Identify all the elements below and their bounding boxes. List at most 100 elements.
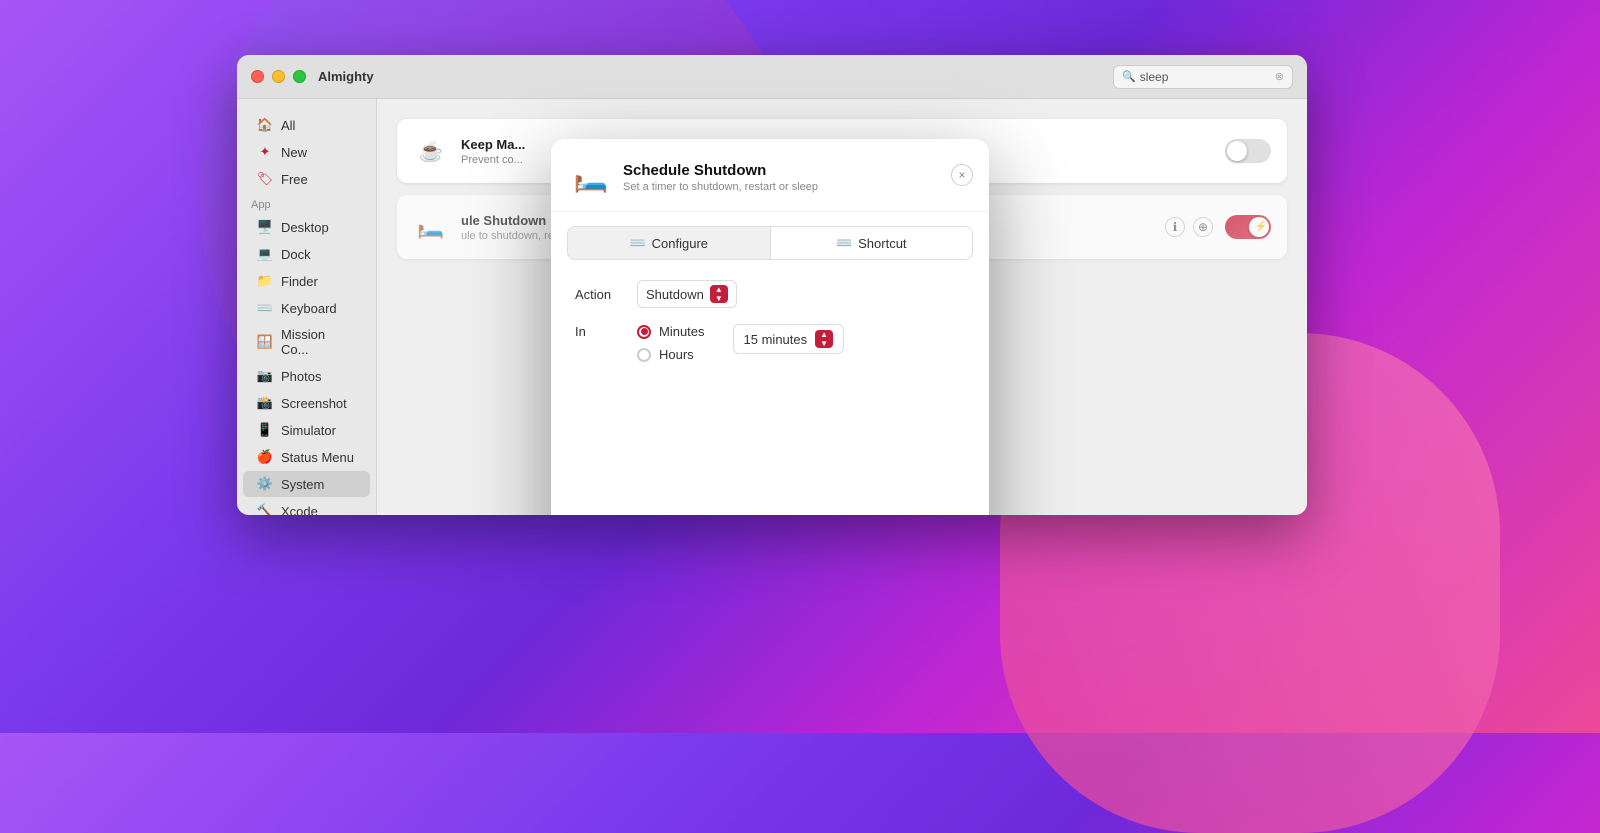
duration-control: 15 minutes ▲ ▼ — [733, 324, 845, 354]
new-icon: ✦ — [257, 144, 273, 160]
sidebar-item-keyboard[interactable]: ⌨️ Keyboard — [243, 295, 370, 321]
duration-stepper[interactable]: ▲ ▼ — [815, 330, 833, 348]
shortcut-tab-label: Shortcut — [858, 236, 906, 251]
screenshot-icon: 📸 — [257, 395, 273, 411]
modal-close-button[interactable]: × — [951, 164, 973, 186]
configure-tab-icon: ⌨️ — [629, 235, 645, 251]
sidebar-item-mission[interactable]: 🪟 Mission Co... — [243, 322, 370, 362]
sidebar-item-screenshot-label: Screenshot — [281, 396, 347, 411]
sidebar-item-finder[interactable]: 📁 Finder — [243, 268, 370, 294]
status-menu-icon: 🍎 — [257, 449, 273, 465]
schedule-shutdown-icon: 🛏️ — [413, 209, 449, 245]
action-stepper[interactable]: ▲ ▼ — [710, 285, 728, 303]
in-row: In Minutes Hours — [575, 324, 965, 362]
configure-tab-label: Configure — [652, 236, 708, 251]
sidebar-item-new[interactable]: ✦ New — [243, 139, 370, 165]
schedule-shutdown-actions: ℹ ⊕ — [1165, 217, 1213, 237]
tab-shortcut[interactable]: ⌨️ Shortcut — [771, 227, 973, 259]
shortcut-tab-icon: ⌨️ — [836, 235, 852, 251]
action-value: Shutdown — [646, 287, 704, 302]
sidebar-item-simulator[interactable]: 📱 Simulator — [243, 417, 370, 443]
dock-icon: 💻 — [257, 246, 273, 262]
modal-close-icon: × — [958, 168, 965, 182]
stepper-down-icon: ▼ — [715, 295, 723, 303]
traffic-lights — [251, 70, 306, 83]
app-window: Almighty 🔍 sleep ⊗ 🏠 All ✦ New 🏷 Free Ap… — [237, 55, 1307, 515]
radio-hours-label: Hours — [659, 347, 694, 362]
duration-value: 15 minutes — [744, 332, 808, 347]
radio-minutes-dot — [641, 328, 648, 335]
xcode-icon: 🔨 — [257, 503, 273, 515]
in-controls: Minutes Hours — [637, 324, 705, 362]
sidebar-item-mission-label: Mission Co... — [281, 327, 356, 357]
radio-minutes-label: Minutes — [659, 324, 705, 339]
sidebar-item-xcode[interactable]: 🔨 Xcode — [243, 498, 370, 515]
finder-icon: 📁 — [257, 273, 273, 289]
system-icon: ⚙️ — [257, 476, 273, 492]
action-row: Action Shutdown ▲ ▼ — [575, 280, 965, 308]
radio-hours[interactable]: Hours — [637, 347, 705, 362]
minimize-button[interactable] — [272, 70, 285, 83]
sidebar-item-photos-label: Photos — [281, 369, 321, 384]
sidebar-item-all[interactable]: 🏠 All — [243, 112, 370, 138]
modal-spacer — [575, 378, 965, 515]
sidebar-item-status-menu-label: Status Menu — [281, 450, 354, 465]
sidebar-item-all-label: All — [281, 118, 295, 133]
sidebar-item-dock-label: Dock — [281, 247, 311, 262]
modal-icon: 🛏️ — [571, 157, 611, 197]
keyboard-icon: ⌨️ — [257, 300, 273, 316]
photos-icon: 📷 — [257, 368, 273, 384]
modal-title: Schedule Shutdown — [623, 162, 818, 179]
desktop-icon: 🖥️ — [257, 219, 273, 235]
sidebar-item-photos[interactable]: 📷 Photos — [243, 363, 370, 389]
title-bar: Almighty 🔍 sleep ⊗ — [237, 55, 1307, 99]
all-icon: 🏠 — [257, 117, 273, 133]
sidebar-section-app: App — [237, 193, 376, 213]
lightning-icon: ⚡ — [1255, 222, 1267, 233]
schedule-shutdown-plus-button[interactable]: ⊕ — [1193, 217, 1213, 237]
tab-configure[interactable]: ⌨️ Configure — [568, 227, 771, 259]
app-title: Almighty — [318, 69, 374, 84]
sidebar-item-free-label: Free — [281, 172, 308, 187]
close-button[interactable] — [251, 70, 264, 83]
sidebar-item-desktop[interactable]: 🖥️ Desktop — [243, 214, 370, 240]
schedule-shutdown-toggle[interactable]: ⚡ — [1225, 215, 1271, 239]
free-icon: 🏷 — [257, 171, 273, 187]
keep-mac-awake-toggle[interactable] — [1225, 139, 1271, 163]
duration-input[interactable]: 15 minutes ▲ ▼ — [733, 324, 845, 354]
sidebar-item-desktop-label: Desktop — [281, 220, 329, 235]
search-icon: 🔍 — [1122, 70, 1136, 83]
maximize-button[interactable] — [293, 70, 306, 83]
action-label: Action — [575, 287, 625, 302]
sidebar-item-status-menu[interactable]: 🍎 Status Menu — [243, 444, 370, 470]
keep-mac-awake-toggle-knob — [1227, 141, 1247, 161]
sidebar: 🏠 All ✦ New 🏷 Free App 🖥️ Desktop 💻 Dock — [237, 99, 377, 515]
duration-down-icon: ▼ — [820, 340, 828, 348]
schedule-shutdown-info-button[interactable]: ℹ — [1165, 217, 1185, 237]
modal-body: Action Shutdown ▲ ▼ In — [551, 260, 989, 515]
in-label: In — [575, 324, 625, 339]
sidebar-item-simulator-label: Simulator — [281, 423, 336, 438]
search-clear-icon[interactable]: ⊗ — [1275, 70, 1284, 83]
modal-tabs: ⌨️ Configure ⌨️ Shortcut — [567, 226, 973, 260]
sidebar-item-dock[interactable]: 💻 Dock — [243, 241, 370, 267]
search-query: sleep — [1140, 70, 1169, 84]
simulator-icon: 📱 — [257, 422, 273, 438]
sidebar-item-system[interactable]: ⚙️ System — [243, 471, 370, 497]
duration-up-icon: ▲ — [820, 331, 828, 339]
mission-icon: 🪟 — [257, 334, 273, 350]
sidebar-item-free[interactable]: 🏷 Free — [243, 166, 370, 192]
sidebar-item-new-label: New — [281, 145, 307, 160]
keep-mac-awake-icon: ☕ — [413, 133, 449, 169]
action-select[interactable]: Shutdown ▲ ▼ — [637, 280, 737, 308]
modal-subtitle: Set a timer to shutdown, restart or slee… — [623, 181, 818, 193]
sidebar-item-screenshot[interactable]: 📸 Screenshot — [243, 390, 370, 416]
modal-title-block: Schedule Shutdown Set a timer to shutdow… — [623, 162, 818, 193]
stepper-up-icon: ▲ — [715, 286, 723, 294]
radio-hours-circle — [637, 348, 651, 362]
sidebar-item-keyboard-label: Keyboard — [281, 301, 337, 316]
modal-header: 🛏️ Schedule Shutdown Set a timer to shut… — [551, 139, 989, 212]
schedule-shutdown-modal: 🛏️ Schedule Shutdown Set a timer to shut… — [551, 139, 989, 515]
radio-minutes[interactable]: Minutes — [637, 324, 705, 339]
search-bar[interactable]: 🔍 sleep ⊗ — [1113, 65, 1293, 89]
